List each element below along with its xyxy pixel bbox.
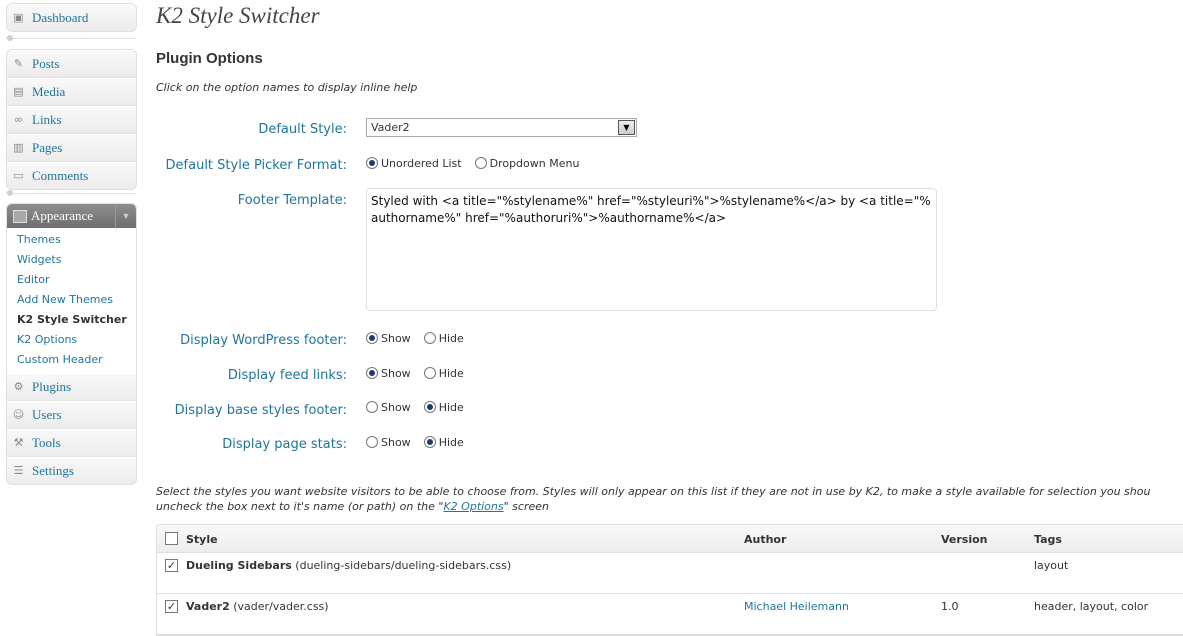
column-header-style[interactable]: Style xyxy=(186,533,218,546)
tools-icon: ⚒ xyxy=(13,436,24,449)
column-header-version[interactable]: Version xyxy=(941,533,988,546)
menu-separator xyxy=(6,38,136,39)
default-style-select[interactable]: Vader2 ▼ xyxy=(366,118,637,137)
dashboard-icon: ▣ xyxy=(13,11,24,24)
styles-table: Style Author Version Tags ✓ Dueling Side… xyxy=(156,524,1183,636)
default-style-value: Vader2 xyxy=(371,121,410,134)
tags-cell: header, layout, color xyxy=(1034,600,1149,613)
feed-links-radio-group: Show Hide xyxy=(366,366,477,380)
feed-links-label[interactable]: Display feed links: xyxy=(228,368,347,383)
column-header-author[interactable]: Author xyxy=(744,533,786,546)
radio-show[interactable]: Show xyxy=(366,400,411,414)
settings-icon: ☰ xyxy=(13,464,24,477)
select-all-checkbox[interactable] xyxy=(165,532,178,545)
version-cell: 1.0 xyxy=(941,600,959,613)
radio-hide[interactable]: Hide xyxy=(423,435,464,449)
help-text: Click on the option names to display inl… xyxy=(156,81,418,94)
styles-description: Select the styles you want website visit… xyxy=(156,484,1183,514)
radio-button[interactable] xyxy=(366,366,378,379)
submenu-item-themes[interactable]: Themes xyxy=(7,230,136,250)
submenu-item-add-new-themes[interactable]: Add New Themes xyxy=(7,290,136,310)
tags-cell: layout xyxy=(1034,559,1069,572)
radio-show[interactable]: Show xyxy=(366,366,411,380)
pushpin-icon: ✎ xyxy=(13,57,24,70)
radio-dropdown-menu[interactable]: Dropdown Menu xyxy=(474,156,579,170)
menu-item-comments[interactable]: ▭ Comments xyxy=(7,162,136,189)
section-title: Plugin Options xyxy=(156,50,263,67)
style-cell: Dueling Sidebars (dueling-sidebars/dueli… xyxy=(186,559,512,572)
page-title: K2 Style Switcher xyxy=(156,3,320,28)
picker-format-label[interactable]: Default Style Picker Format: xyxy=(166,158,347,173)
table-row: ✓ Dueling Sidebars (dueling-sidebars/due… xyxy=(157,553,1183,594)
menu-item-settings[interactable]: ☰ Settings xyxy=(7,457,136,484)
appearance-submenu: Themes Widgets Editor Add New Themes K2 … xyxy=(7,228,136,373)
default-style-label[interactable]: Default Style: xyxy=(258,122,347,137)
radio-button[interactable] xyxy=(366,156,378,169)
submenu-item-editor[interactable]: Editor xyxy=(7,270,136,290)
styles-description-line1: Select the styles you want website visit… xyxy=(156,485,1151,498)
wordpress-footer-label[interactable]: Display WordPress footer: xyxy=(180,333,347,348)
footer-template-label[interactable]: Footer Template: xyxy=(238,193,347,208)
radio-button[interactable] xyxy=(423,366,436,379)
radio-button[interactable] xyxy=(366,400,378,413)
radio-show[interactable]: Show xyxy=(366,331,411,345)
menu-item-links[interactable]: ∞ Links xyxy=(7,106,136,134)
menu-separator xyxy=(6,193,136,194)
radio-unordered-list[interactable]: Unordered List xyxy=(366,156,462,170)
appearance-menu-group: Appearance ▼ Themes Widgets Editor Add N… xyxy=(6,203,137,485)
users-icon: ☺ xyxy=(12,408,25,421)
link-icon: ∞ xyxy=(13,113,24,126)
styles-description-line2: uncheck the box next to it's name (or pa… xyxy=(156,500,549,513)
separator-handle[interactable] xyxy=(7,35,13,41)
content-menu-group: ✎ Posts ▤ Media ∞ Links ▥ Pages ▭ Commen… xyxy=(6,49,137,190)
row-checkbox[interactable]: ✓ xyxy=(165,600,178,613)
dashboard-menu-group: ▣ Dashboard xyxy=(6,3,137,32)
appearance-icon xyxy=(13,210,27,223)
plugin-icon: ⚙ xyxy=(13,380,24,393)
row-checkbox[interactable]: ✓ xyxy=(165,559,178,572)
menu-item-users[interactable]: ☺ Users xyxy=(7,401,136,429)
admin-sidebar: ▣ Dashboard ✎ Posts ▤ Media ∞ Links ▥ Pa… xyxy=(0,0,146,615)
radio-button[interactable] xyxy=(423,435,436,448)
pages-icon: ▥ xyxy=(13,141,24,154)
menu-item-media[interactable]: ▤ Media xyxy=(7,78,136,106)
separator-handle[interactable] xyxy=(7,190,13,196)
author-cell[interactable]: Michael Heilemann xyxy=(744,600,849,613)
main-content: K2 Style Switcher Plugin Options Click o… xyxy=(156,0,1183,636)
wordpress-footer-radio-group: Show Hide xyxy=(366,331,477,345)
menu-item-dashboard[interactable]: ▣ Dashboard xyxy=(7,4,136,31)
dropdown-arrow-icon: ▼ xyxy=(618,120,635,135)
menu-item-tools[interactable]: ⚒ Tools xyxy=(7,429,136,457)
radio-button[interactable] xyxy=(474,156,487,169)
base-styles-footer-radio-group: Show Hide xyxy=(366,400,477,414)
menu-item-pages[interactable]: ▥ Pages xyxy=(7,134,136,162)
table-header: Style Author Version Tags xyxy=(157,525,1183,553)
submenu-item-k2-options[interactable]: K2 Options xyxy=(7,330,136,350)
page-stats-radio-group: Show Hide xyxy=(366,435,477,449)
style-cell: Vader2 (vader/vader.css) xyxy=(186,600,329,613)
media-icon: ▤ xyxy=(13,85,24,98)
page-stats-label[interactable]: Display page stats: xyxy=(222,437,347,452)
radio-button[interactable] xyxy=(366,435,378,448)
radio-button[interactable] xyxy=(423,331,436,344)
comment-icon: ▭ xyxy=(13,169,24,182)
radio-button[interactable] xyxy=(366,331,378,344)
menu-item-appearance[interactable]: Appearance ▼ xyxy=(7,204,136,228)
submenu-item-widgets[interactable]: Widgets xyxy=(7,250,136,270)
picker-format-radio-group: Unordered List Dropdown Menu xyxy=(366,156,592,170)
menu-item-posts[interactable]: ✎ Posts xyxy=(7,50,136,78)
base-styles-footer-label[interactable]: Display base styles footer: xyxy=(175,403,347,418)
submenu-item-k2-style-switcher[interactable]: K2 Style Switcher xyxy=(7,310,136,330)
column-header-tags[interactable]: Tags xyxy=(1034,533,1062,546)
radio-button[interactable] xyxy=(423,400,436,413)
submenu-item-custom-header[interactable]: Custom Header xyxy=(7,350,136,370)
radio-hide[interactable]: Hide xyxy=(423,400,464,414)
k2-options-link[interactable]: K2 Options xyxy=(443,500,503,513)
menu-item-plugins[interactable]: ⚙ Plugins xyxy=(7,373,136,401)
footer-template-textarea[interactable]: Styled with <a title="%stylename%" href=… xyxy=(366,188,937,311)
radio-hide[interactable]: Hide xyxy=(423,366,464,380)
radio-hide[interactable]: Hide xyxy=(423,331,464,345)
radio-show[interactable]: Show xyxy=(366,435,411,449)
submenu-toggle-icon[interactable]: ▼ xyxy=(115,204,136,228)
